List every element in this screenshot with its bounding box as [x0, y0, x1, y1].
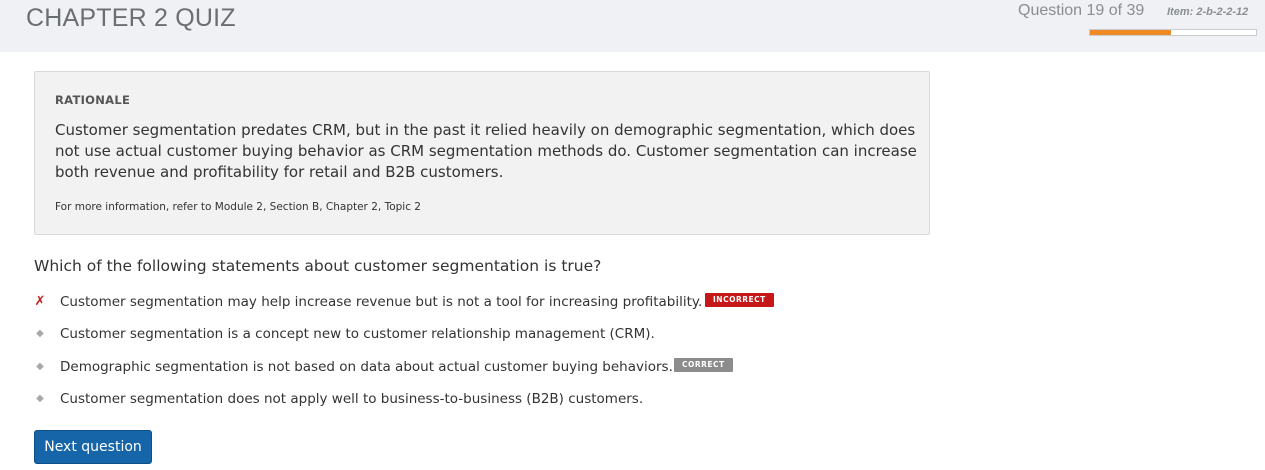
quiz-header: CHAPTER 2 QUIZ Question 19 of 39 Item: 2… [0, 0, 1265, 52]
incorrect-badge: INCORRECT [705, 293, 774, 307]
question-text: Which of the following statements about … [34, 257, 602, 275]
answer-label: Customer segmentation may help increase … [60, 294, 703, 310]
rationale-heading: RATIONALE [55, 93, 131, 107]
rationale-text: Customer segmentation predates CRM, but … [55, 121, 917, 181]
quiz-progress-bar [1089, 29, 1257, 36]
quiz-progress-fill [1090, 30, 1171, 35]
quiz-title: CHAPTER 2 QUIZ [26, 4, 236, 32]
rationale-reference: For more information, refer to Module 2,… [55, 201, 421, 213]
diamond-bullet-icon: ◆ [36, 328, 44, 339]
item-id: Item: 2-b-2-2-12 [1167, 6, 1249, 18]
answer-label: Customer segmentation does not apply wel… [60, 391, 644, 407]
answer-label: Customer segmentation is a concept new t… [60, 326, 655, 342]
question-counter: Question 19 of 39 [1018, 2, 1145, 19]
x-mark-icon: ✗ [34, 294, 46, 309]
answer-label: Demographic segmentation is not based on… [60, 359, 673, 375]
diamond-bullet-icon: ◆ [36, 393, 44, 404]
diamond-bullet-icon: ◆ [36, 361, 44, 372]
next-question-button[interactable]: Next question [34, 430, 152, 464]
correct-badge: CORRECT [674, 358, 733, 372]
rationale-panel: RATIONALE Customer segmentation predates… [34, 71, 930, 235]
